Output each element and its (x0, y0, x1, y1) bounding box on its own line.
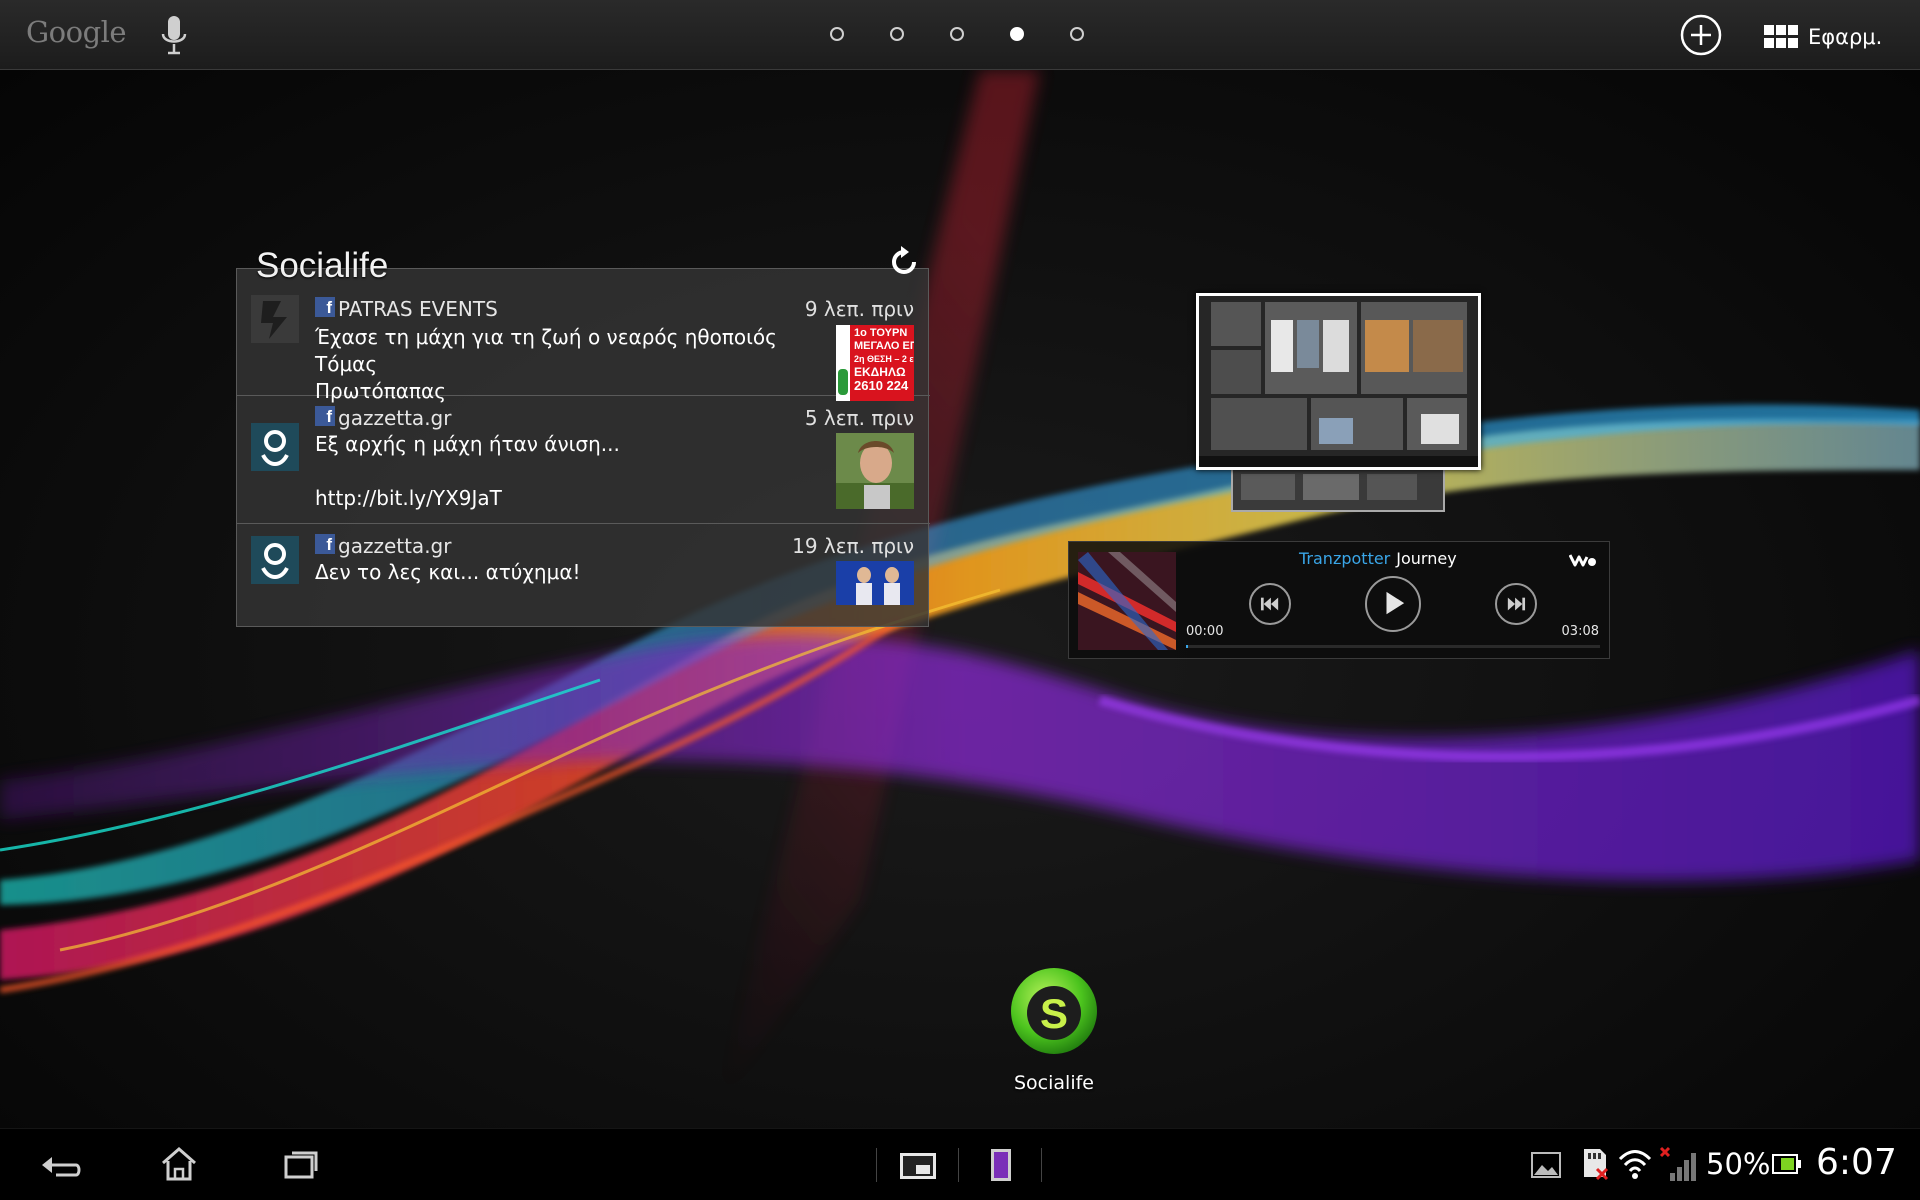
microphone-icon[interactable] (160, 14, 188, 58)
total-time: 03:08 (1561, 624, 1599, 639)
facebook-icon: f (315, 534, 335, 554)
walkman-icon[interactable] (1569, 551, 1597, 569)
feed-item[interactable]: f PATRAS EVENTS 9 λεπ. πριν Έχασε τη μάχ… (237, 269, 930, 430)
feed-time: 5 λεπ. πριν (804, 406, 914, 430)
feed-item[interactable]: f gazzetta.gr 5 λεπ. πριν Εξ αρχής η μάχ… (237, 396, 930, 524)
gazzetta-avatar (251, 536, 299, 584)
page-indicator (830, 27, 1084, 41)
small-app-window-icon[interactable] (894, 1141, 942, 1189)
preview-thumbnail (1199, 296, 1478, 467)
feed-time: 9 λεπ. πριν (804, 297, 914, 321)
play-button[interactable] (1365, 576, 1421, 632)
gallery-icon (1531, 1152, 1561, 1178)
sd-card-error-icon (1584, 1149, 1609, 1181)
feed-source: gazzetta.gr (338, 406, 452, 430)
back-icon[interactable] (36, 1141, 84, 1189)
google-search-logo[interactable]: Google (26, 15, 127, 49)
album-art[interactable] (1078, 552, 1176, 650)
svg-text:S: S (1040, 990, 1068, 1037)
nav-separator (958, 1148, 959, 1182)
app-label: Socialife (1014, 1072, 1094, 1094)
top-bar: Google Εφαρμ. (0, 0, 1920, 70)
recent-page-preview[interactable] (1196, 293, 1481, 470)
music-player-widget[interactable]: Tranzpotter Journey 00:00 03:08 (1068, 541, 1610, 659)
socialife-app-icon: S (1011, 968, 1097, 1054)
gazzetta-avatar (251, 423, 299, 471)
feed-thumbnail[interactable] (836, 561, 914, 605)
clock: 6:07 (1816, 1142, 1897, 1183)
track-title: Journey (1396, 549, 1457, 568)
apps-label: Εφαρμ. (1808, 25, 1883, 49)
page-dot[interactable] (950, 27, 964, 41)
navigation-bar: 50% 6:07 (0, 1128, 1920, 1200)
progress-bar[interactable] (1186, 645, 1600, 648)
socialife-widget-title: Socialife (256, 246, 389, 285)
next-track-button[interactable] (1495, 583, 1537, 625)
feed-text: Εξ αρχής η μάχη ήταν άνιση... http://bit… (315, 432, 620, 510)
track-info: Tranzpotter Journey (1299, 549, 1457, 568)
nav-separator (876, 1148, 877, 1182)
feed-text: Δεν το λες και... ατύχημα! (315, 560, 581, 584)
preview-stack-back (1231, 468, 1445, 512)
facebook-icon: f (315, 297, 335, 317)
feed-time: 19 λεπ. πριν (792, 534, 914, 558)
feed-thumbnail[interactable]: 1ο ΤΟΥΡΝ ΜΕΓΑΛΟ ΕΠ 2η ΘΕΣΗ – 2 ε ΕΚΔΗΛΩ … (836, 325, 914, 401)
add-icon[interactable] (1680, 14, 1722, 56)
home-icon[interactable] (155, 1141, 203, 1189)
feed-source: gazzetta.gr (338, 534, 452, 558)
battery-percent: 50% (1706, 1147, 1771, 1181)
socialife-widget[interactable]: f PATRAS EVENTS 9 λεπ. πριν Έχασε τη μάχ… (236, 268, 930, 628)
previous-track-button[interactable] (1249, 583, 1291, 625)
wifi-icon (1618, 1150, 1652, 1179)
page-dot[interactable] (1010, 27, 1024, 41)
track-artist: Tranzpotter (1299, 549, 1391, 568)
nav-separator (1041, 1148, 1042, 1182)
socialife-app-shortcut[interactable]: S Socialife (990, 966, 1118, 1106)
apps-grid-icon (1764, 25, 1798, 48)
feed-thumbnail[interactable] (836, 433, 914, 509)
recent-apps-icon[interactable] (276, 1141, 324, 1189)
feed-item[interactable]: f gazzetta.gr 19 λεπ. πριν Δεν το λες κα… (237, 524, 930, 628)
thumbnail-text: 1ο ΤΟΥΡΝ (854, 327, 908, 339)
elapsed-time: 00:00 (1186, 624, 1224, 639)
thumbnail-text: ΜΕΓΑΛΟ ΕΠ (854, 340, 914, 352)
page-dot[interactable] (830, 27, 844, 41)
thumbnail-text: 2610 224 (854, 378, 909, 393)
feed-source: PATRAS EVENTS (338, 297, 498, 321)
patras-events-avatar (251, 295, 299, 343)
no-signal-icon (1659, 1146, 1696, 1181)
apps-button[interactable]: Εφαρμ. (1764, 20, 1882, 54)
battery-icon (1772, 1154, 1801, 1174)
page-dot[interactable] (1070, 27, 1084, 41)
small-app-remote-icon[interactable] (977, 1141, 1025, 1189)
page-dot[interactable] (890, 27, 904, 41)
refresh-icon[interactable] (886, 244, 922, 280)
facebook-icon: f (315, 406, 335, 426)
progress-fill (1186, 645, 1189, 648)
